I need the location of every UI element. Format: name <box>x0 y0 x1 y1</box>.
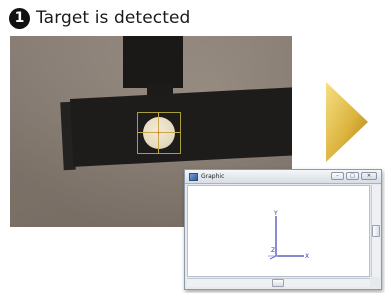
step-title: Target is detected <box>36 8 191 28</box>
instruction-panel: 1 Target is detected Graphic – □ ✕ Y X Z <box>0 0 385 293</box>
z-axis-label: Z <box>271 247 275 254</box>
graphic-app-icon <box>189 172 198 181</box>
minimize-button[interactable]: – <box>331 172 344 180</box>
window-title: Graphic <box>201 172 225 180</box>
z-axis-line <box>269 255 277 260</box>
y-axis-label: Y <box>273 210 278 217</box>
coordinate-axes: Y X Z <box>268 210 309 260</box>
window-titlebar[interactable]: Graphic – □ ✕ <box>185 170 381 184</box>
arrow-shape <box>326 82 368 162</box>
target-bar <box>70 86 292 167</box>
step-number-badge: 1 <box>9 7 30 29</box>
graphic-canvas[interactable]: Y X Z <box>187 185 370 277</box>
vertical-scrollbar[interactable] <box>371 185 380 277</box>
maximize-button[interactable]: □ <box>346 172 359 180</box>
x-axis-label: X <box>305 253 309 260</box>
horizontal-scrollbar[interactable] <box>187 278 370 287</box>
maximize-icon: □ <box>350 172 355 179</box>
horizontal-scroll-thumb[interactable] <box>272 279 284 287</box>
mount-bracket <box>123 36 183 88</box>
step-heading: 1 Target is detected <box>9 7 190 29</box>
window-controls: – □ ✕ <box>331 172 377 180</box>
close-icon: ✕ <box>366 172 372 179</box>
minimize-icon: – <box>336 172 339 179</box>
graphic-window[interactable]: Graphic – □ ✕ Y X Z <box>184 169 382 290</box>
close-button[interactable]: ✕ <box>361 172 377 180</box>
vertical-scroll-thumb[interactable] <box>372 225 380 237</box>
triangle-right-icon <box>326 82 368 162</box>
